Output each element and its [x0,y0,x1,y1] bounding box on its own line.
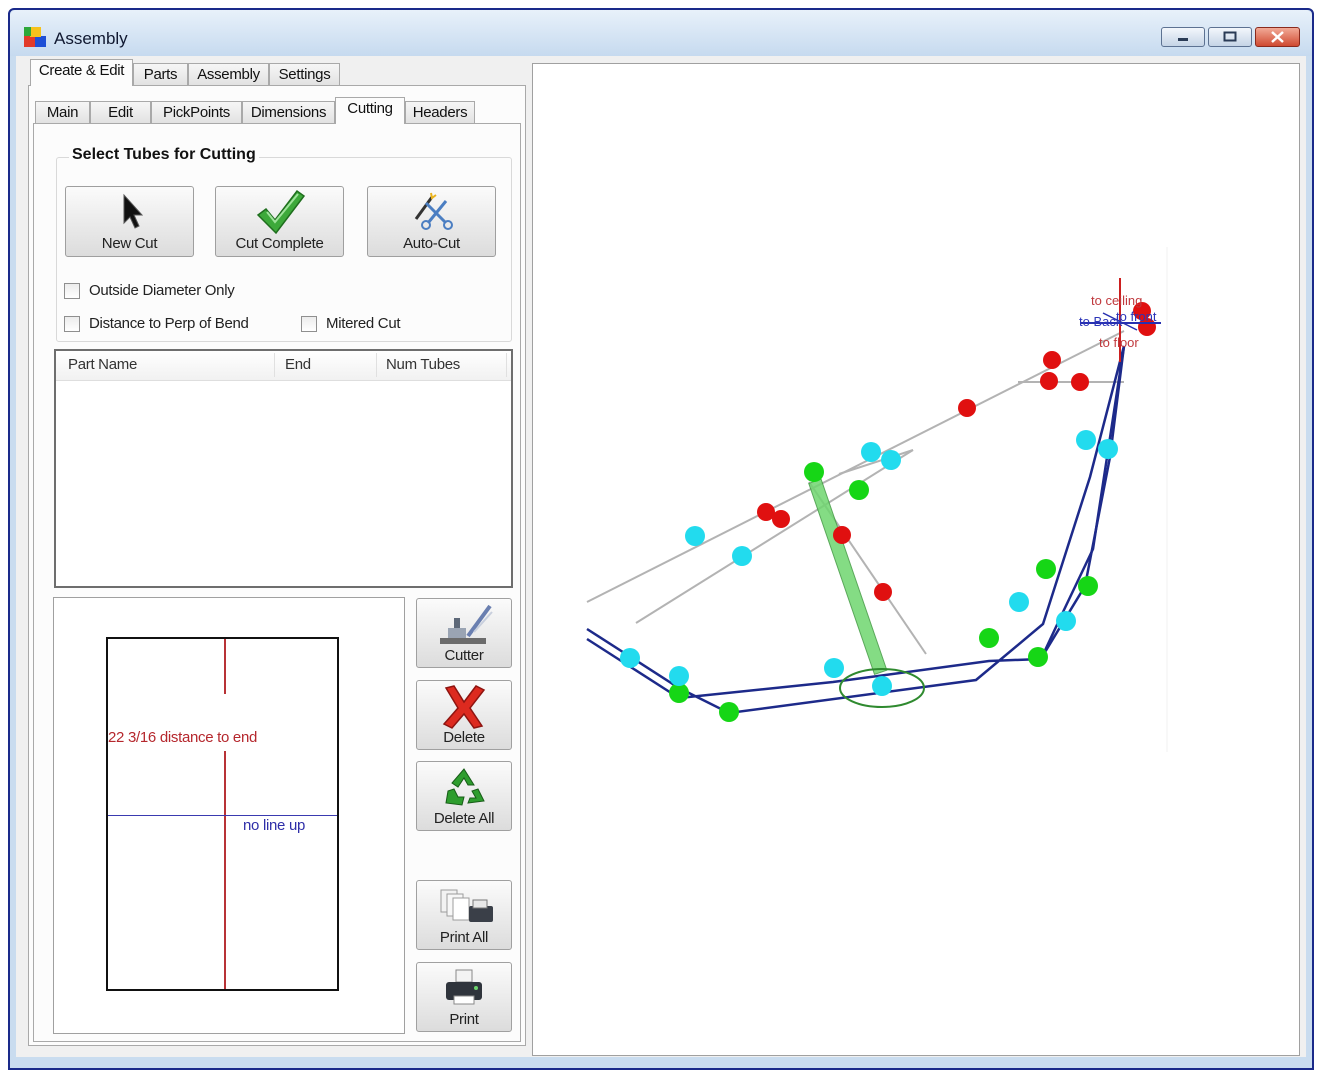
client-area: Create & Edit Parts Assembly Settings Ma… [16,56,1306,1057]
lineup-line [108,815,337,816]
checkbox-label: Mitered Cut [326,315,401,332]
cut-parts-table[interactable]: Part Name End Num Tubes [54,349,513,588]
cut-line-lower [224,751,226,989]
checkbox-box[interactable] [64,283,80,299]
tab-main[interactable]: Main [35,101,90,123]
delete-button[interactable]: Delete [416,680,512,750]
tab-edit[interactable]: Edit [90,101,151,123]
print-all-label: Print All [439,929,489,946]
checkbox-label: Outside Diameter Only [89,282,235,299]
select-tubes-group: Select Tubes for Cutting New Cut Cut Com… [56,146,512,342]
magic-wand-scissors-icon [414,192,453,230]
tab-headers[interactable]: Headers [405,101,475,123]
tab-settings[interactable]: Settings [269,63,340,85]
sub-tab-strip: Main Edit PickPoints Dimensions Cutting … [35,97,495,124]
new-cut-button[interactable]: New Cut [65,186,194,257]
close-icon [1271,31,1284,43]
tube-end-frame: 22 3/16 distance to end no line up [106,637,339,991]
auto-cut-button[interactable]: Auto-Cut [367,186,496,257]
cut-complete-label: Cut Complete [235,235,324,252]
auto-cut-label: Auto-Cut [403,235,460,252]
cutter-button[interactable]: Cutter [416,598,512,668]
distance-to-end-text: 22 3/16 distance to end [108,729,258,746]
column-divider[interactable] [376,353,377,377]
maximize-button[interactable] [1208,27,1252,47]
delete-all-label: Delete All [433,810,495,827]
window-title: Assembly [54,29,128,48]
tab-pickpoints[interactable]: PickPoints [151,101,242,123]
label-to-ceiling: to ceiling [1091,293,1142,308]
delete-label: Delete [443,729,485,746]
delete-x-icon [442,685,486,729]
status-bar [16,1057,1306,1068]
print-button[interactable]: Print [416,962,512,1032]
tab-parts[interactable]: Parts [133,63,188,85]
close-button[interactable] [1255,27,1300,47]
minimize-icon [1178,38,1188,41]
cutter-tool-icon [440,604,493,644]
main-tab-strip: Create & Edit Parts Assembly Settings [30,59,360,86]
assembly-window: Assembly Create & Edit Parts Assembly Se… [8,8,1314,1070]
group-title: Select Tubes for Cutting [69,146,259,164]
title-bar: Assembly [10,10,1312,56]
column-num-tubes[interactable]: Num Tubes [386,356,460,373]
column-divider[interactable] [506,353,507,377]
table-header: Part Name End Num Tubes [56,351,511,381]
tube-assembly-drawing[interactable]: to ceiling to Back to front to floor [533,64,1299,1055]
print-all-icon [440,889,493,922]
column-end[interactable]: End [285,356,311,373]
outside-diameter-checkbox[interactable]: Outside Diameter Only [64,282,264,302]
label-to-front: to front [1116,309,1157,324]
lineup-text: no line up [243,817,306,834]
tab-dimensions[interactable]: Dimensions [242,101,335,123]
maximize-icon [1223,31,1237,42]
app-icon [24,27,46,47]
minimize-button[interactable] [1161,27,1205,47]
cut-complete-button[interactable]: Cut Complete [215,186,344,257]
recycle-icon [445,768,485,806]
new-cut-label: New Cut [101,235,158,252]
create-edit-tab-page: Main Edit PickPoints Dimensions Cutting … [28,85,526,1046]
cutter-label: Cutter [444,647,484,664]
tab-cutting[interactable]: Cutting [335,97,405,124]
checkbox-box[interactable] [301,316,317,332]
printer-icon [446,969,482,1005]
print-all-button[interactable]: Print All [416,880,512,950]
print-label: Print [449,1011,479,1028]
cutting-tab-page: Select Tubes for Cutting New Cut Cut Com… [33,123,521,1042]
3d-assembly-viewport[interactable]: to ceiling to Back to front to floor [532,63,1300,1056]
tab-assembly[interactable]: Assembly [188,63,269,85]
checkbox-label: Distance to Perp of Bend [89,315,249,332]
tab-create-edit[interactable]: Create & Edit [30,59,133,86]
column-divider[interactable] [274,353,275,377]
column-part-name[interactable]: Part Name [68,356,137,373]
distance-perp-bend-checkbox[interactable]: Distance to Perp of Bend [64,315,284,335]
checkbox-box[interactable] [64,316,80,332]
cut-line-upper [224,639,226,694]
cut-preview-panel: 22 3/16 distance to end no line up [53,597,405,1034]
label-to-floor: to floor [1099,335,1139,350]
mitered-cut-checkbox[interactable]: Mitered Cut [301,315,441,335]
checkmark-icon [256,189,305,235]
delete-all-button[interactable]: Delete All [416,761,512,831]
cursor-arrow-icon [123,193,143,229]
